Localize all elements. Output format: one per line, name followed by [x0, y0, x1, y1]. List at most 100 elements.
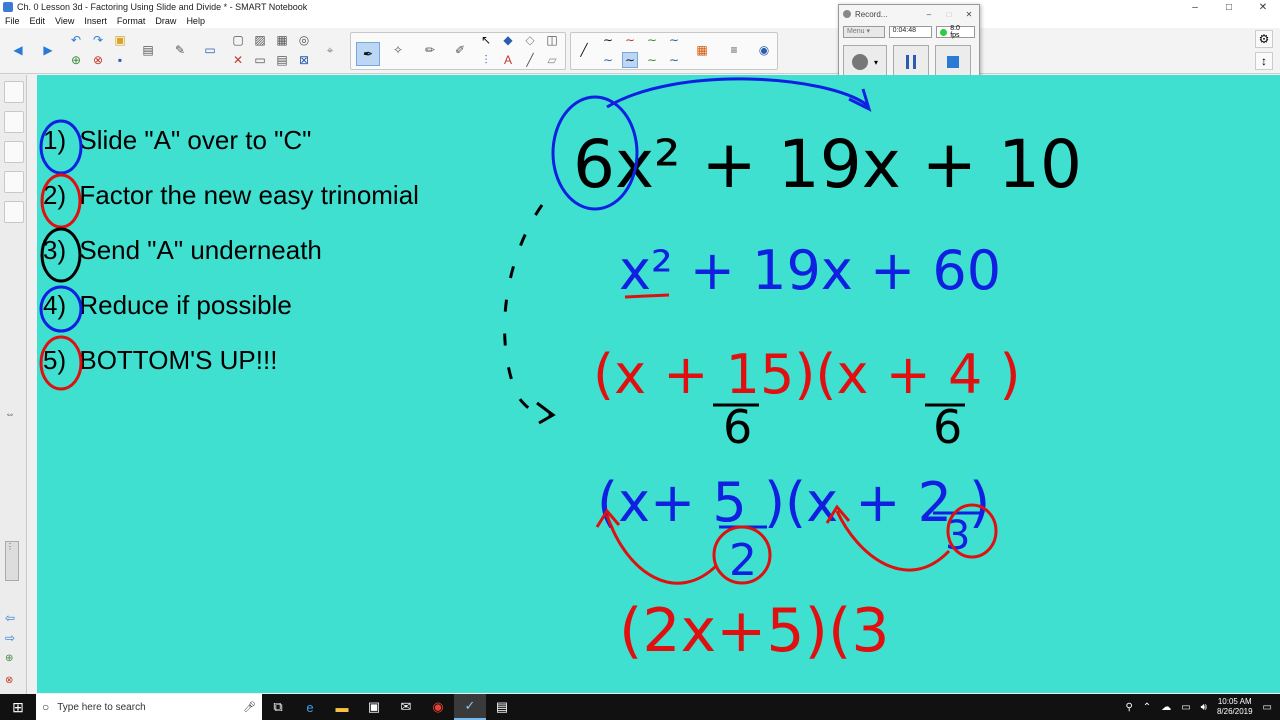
- line-style-3-icon[interactable]: ∼: [644, 32, 660, 48]
- pen-color-black-icon[interactable]: ╱: [576, 42, 592, 58]
- people-icon[interactable]: ⚲: [1125, 702, 1132, 713]
- record-options-chevron-icon[interactable]: ▾: [874, 58, 878, 67]
- sidebar-resize-icon[interactable]: ⇔: [5, 409, 15, 420]
- recorder-taskbar-icon[interactable]: ▤: [486, 694, 518, 720]
- toolbar-position-icon[interactable]: ↕: [1255, 52, 1273, 70]
- recorder-title: Record...: [855, 9, 888, 19]
- record-button[interactable]: ▾: [843, 45, 887, 79]
- fill-effects-icon[interactable]: ◉: [756, 42, 772, 58]
- menu-edit[interactable]: Edit: [25, 16, 51, 26]
- step-1-circle: [39, 119, 83, 175]
- delete-page-icon[interactable]: ⊗: [90, 52, 106, 68]
- close-button[interactable]: ✕: [1246, 2, 1280, 13]
- measurement-tools-icon[interactable]: ⌖: [322, 42, 338, 58]
- notebook-canvas[interactable]: 1) Slide "A" over to "C" 2) Factor the n…: [37, 75, 1280, 693]
- undo-icon[interactable]: ↶: [68, 32, 84, 48]
- search-icon: ○: [42, 700, 50, 714]
- highlighter-icon[interactable]: ✏: [422, 42, 438, 58]
- maximize-button[interactable]: □: [1212, 2, 1246, 13]
- text-icon[interactable]: A: [500, 52, 516, 68]
- stop-icon: [947, 56, 959, 68]
- line-thickness-icon[interactable]: ≡: [726, 42, 742, 58]
- open-file-icon[interactable]: ▣: [112, 32, 128, 48]
- add-ons-tab[interactable]: [4, 201, 24, 223]
- add-page-icon[interactable]: ⊕: [68, 52, 84, 68]
- toolbar-settings: ⚙ ↕: [1254, 30, 1274, 70]
- creative-pen-icon[interactable]: ✐: [452, 42, 468, 58]
- table-icon[interactable]: ▦: [274, 32, 290, 48]
- system-clock[interactable]: 10:05 AM 8/26/2019: [1217, 697, 1253, 717]
- save-icon[interactable]: ▪: [112, 52, 128, 68]
- display-screen-icon[interactable]: ▭: [202, 42, 218, 58]
- file-explorer-icon[interactable]: ▬: [326, 694, 358, 720]
- menu-insert[interactable]: Insert: [79, 16, 112, 26]
- menu-view[interactable]: View: [50, 16, 79, 26]
- mail-icon[interactable]: ✉: [390, 694, 422, 720]
- pen-type-icon[interactable]: ⫶: [478, 52, 494, 68]
- line-icon[interactable]: ╱: [522, 52, 538, 68]
- fill-icon[interactable]: ▱: [544, 52, 560, 68]
- taskbar-search[interactable]: ○ Type here to search 🎤︎: [36, 694, 262, 720]
- microphone-icon[interactable]: 🎤︎: [243, 702, 256, 713]
- sidebar-prev-page-icon[interactable]: ⇦: [5, 611, 15, 625]
- minimize-button[interactable]: –: [1178, 2, 1212, 13]
- cancel-icon[interactable]: ✕: [230, 52, 246, 68]
- menu-draw[interactable]: Draw: [150, 16, 181, 26]
- recorder-menu-dropdown[interactable]: Menu ▾: [843, 26, 885, 38]
- line-style-1-icon[interactable]: ∼: [600, 32, 616, 48]
- properties-tab[interactable]: [4, 171, 24, 193]
- onedrive-icon[interactable]: ☁: [1161, 702, 1171, 713]
- sidebar-next-page-icon[interactable]: ⇨: [5, 631, 15, 645]
- pen-icon[interactable]: ✒: [356, 42, 380, 66]
- magic-pen-icon[interactable]: ✧: [390, 42, 406, 58]
- next-page-icon[interactable]: ▶: [40, 42, 56, 58]
- menu-file[interactable]: File: [0, 16, 25, 26]
- lines-icon[interactable]: ◫: [544, 32, 560, 48]
- edge-browser-icon[interactable]: e: [294, 694, 326, 720]
- properties-icon[interactable]: ▤: [274, 52, 290, 68]
- line-style-6-icon[interactable]: ∼: [622, 52, 638, 68]
- screen-shade-icon[interactable]: ▢: [230, 32, 246, 48]
- start-windows-icon[interactable]: ⊞: [0, 699, 36, 716]
- attachments-tab[interactable]: [4, 141, 24, 163]
- sidebar-add-page-icon[interactable]: ⊕: [5, 653, 13, 664]
- page-sorter-tab[interactable]: [4, 81, 24, 103]
- recorder-icon: [843, 10, 851, 18]
- sidebar-delete-page-icon[interactable]: ⊗: [5, 675, 13, 686]
- settings-gear-icon[interactable]: ⚙: [1255, 30, 1273, 48]
- paste-icon[interactable]: ▤: [140, 42, 156, 58]
- menu-format[interactable]: Format: [112, 16, 151, 26]
- line-style-2-icon[interactable]: ∼: [622, 32, 638, 48]
- previous-page-icon[interactable]: ◀: [10, 42, 26, 58]
- task-view-icon[interactable]: ⧉: [262, 694, 294, 720]
- close-pane-icon[interactable]: ⊠: [296, 52, 312, 68]
- sidebar-collapse-handle[interactable]: ⋮: [5, 541, 19, 581]
- smart-notebook-taskbar-icon[interactable]: ✓: [454, 694, 486, 720]
- show-hidden-icons-icon[interactable]: ⌃: [1143, 702, 1151, 713]
- insert-picture-icon[interactable]: ▨: [252, 32, 268, 48]
- chrome-icon[interactable]: ◉: [422, 694, 454, 720]
- gallery-tab[interactable]: [4, 111, 24, 133]
- action-center-icon[interactable]: ▭: [1263, 702, 1272, 713]
- recorder-close-button[interactable]: ✕: [959, 10, 979, 19]
- shapes-icon[interactable]: ◆: [500, 32, 516, 48]
- redo-icon[interactable]: ↷: [90, 32, 106, 48]
- network-icon[interactable]: ▭: [1181, 702, 1190, 713]
- store-icon[interactable]: ▣: [358, 694, 390, 720]
- stop-button[interactable]: [935, 45, 971, 79]
- recorder-minimize-button[interactable]: –: [919, 10, 939, 19]
- line-style-7-icon[interactable]: ∼: [644, 52, 660, 68]
- volume-icon[interactable]: 🔊︎: [1201, 702, 1207, 713]
- document-camera-icon[interactable]: ▭: [252, 52, 268, 68]
- menu-help[interactable]: Help: [181, 16, 210, 26]
- color-palette-icon[interactable]: ▦: [694, 42, 710, 58]
- step-3-circle: [40, 227, 82, 283]
- clear-ink-icon[interactable]: ✎: [172, 42, 188, 58]
- eraser-icon[interactable]: ◇: [522, 32, 538, 48]
- select-icon[interactable]: ↖: [478, 32, 494, 48]
- line-style-8-icon[interactable]: ∼: [666, 52, 682, 68]
- line-style-5-icon[interactable]: ∼: [600, 52, 616, 68]
- capture-icon[interactable]: ◎: [296, 32, 312, 48]
- line-style-4-icon[interactable]: ∼: [666, 32, 682, 48]
- pause-button[interactable]: [893, 45, 929, 79]
